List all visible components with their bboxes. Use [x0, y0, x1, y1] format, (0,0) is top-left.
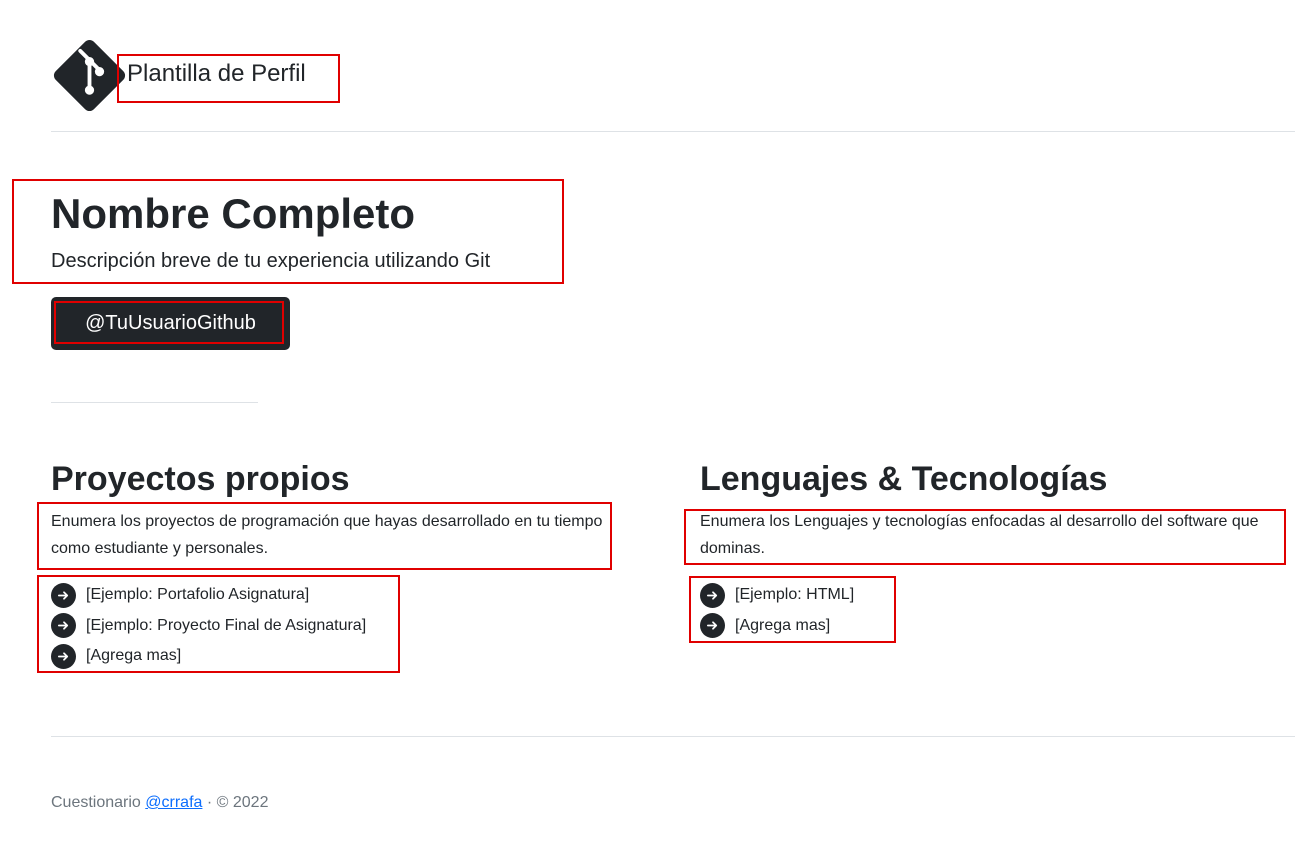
site-header: Plantilla de Perfil [51, 36, 306, 114]
language-link[interactable]: [Ejemplo: HTML] [735, 586, 854, 604]
project-link[interactable]: [Ejemplo: Proyecto Final de Asignatura] [86, 617, 366, 635]
languages-description: Enumera los Lenguajes y tecnologías enfo… [700, 513, 1259, 557]
projects-description: Enumera los proyectos de programación qu… [51, 513, 603, 557]
list-item[interactable]: [Ejemplo: HTML] [700, 580, 1295, 611]
profile-description: Descripción breve de tu experiencia util… [51, 250, 491, 272]
list-item[interactable]: [Ejemplo: Proyecto Final de Asignatura] [51, 611, 621, 642]
arrow-right-icon [700, 582, 725, 608]
arrow-right-icon [51, 582, 76, 608]
project-link[interactable]: [Agrega mas] [86, 647, 181, 665]
footer-copyright: · © 2022 [206, 794, 269, 811]
arrow-right-icon [51, 643, 76, 669]
section-divider [51, 402, 258, 403]
github-username-button[interactable]: @TuUsuarioGithub [51, 297, 290, 350]
languages-section: Lenguajes & Tecnologías Enumera los Leng… [700, 458, 1295, 641]
git-logo-icon[interactable] [51, 37, 128, 114]
projects-section: Proyectos propios Enumera los proyectos … [51, 458, 621, 672]
arrow-right-icon [700, 613, 725, 639]
languages-list: [Ejemplo: HTML] [Agrega mas] [700, 580, 1295, 641]
languages-title: Lenguajes & Tecnologías [700, 460, 1108, 498]
arrow-right-icon [51, 613, 76, 639]
footer-divider [51, 736, 1295, 737]
footer: Cuestionario @crrafa · © 2022 [51, 794, 268, 812]
projects-title: Proyectos propios [51, 460, 350, 498]
header-divider [51, 131, 1295, 132]
list-item[interactable]: [Agrega mas] [51, 641, 621, 672]
projects-list: [Ejemplo: Portafolio Asignatura] [Ejempl… [51, 580, 621, 672]
profile-name: Nombre Completo [51, 190, 416, 237]
footer-prefix: Cuestionario [51, 794, 141, 811]
language-link[interactable]: [Agrega mas] [735, 617, 830, 635]
list-item[interactable]: [Agrega mas] [700, 611, 1295, 642]
site-title[interactable]: Plantilla de Perfil [127, 60, 306, 88]
project-link[interactable]: [Ejemplo: Portafolio Asignatura] [86, 586, 309, 604]
footer-author-link[interactable]: @crrafa [145, 794, 202, 811]
list-item[interactable]: [Ejemplo: Portafolio Asignatura] [51, 580, 621, 611]
